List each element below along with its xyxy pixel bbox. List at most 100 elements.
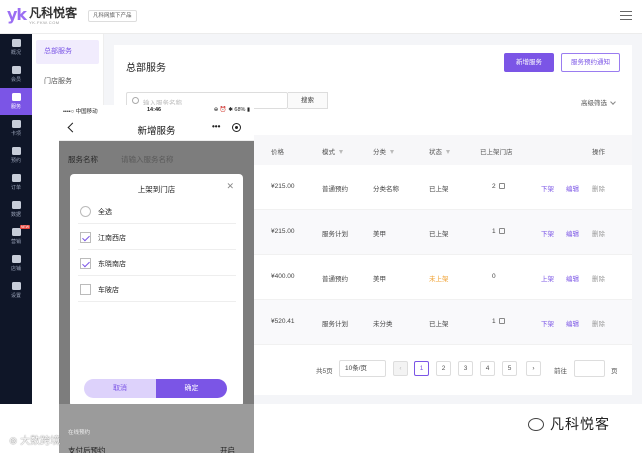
- radio-icon[interactable]: [80, 206, 91, 217]
- nav-item-label: 店铺: [10, 266, 21, 272]
- cell-status: 已上架: [429, 321, 449, 328]
- nav-icon: [11, 93, 21, 101]
- pager-total: 共5页: [316, 368, 333, 375]
- page-button-3[interactable]: 3: [458, 361, 473, 376]
- page-button-1[interactable]: 1: [414, 361, 429, 376]
- delete-link[interactable]: 删除: [592, 183, 605, 193]
- logo-text: 凡科悦客 YK.FKW.COM: [29, 7, 77, 26]
- nav-icon: [11, 120, 21, 128]
- nav-icon: [11, 282, 21, 290]
- nav-item-1[interactable]: 会员: [0, 61, 32, 88]
- nav-item-7[interactable]: 营销 NEW: [0, 223, 32, 250]
- add-service-button[interactable]: 新增服务: [504, 53, 554, 72]
- service-notify-button[interactable]: 服务预约通知: [561, 53, 620, 72]
- modal-title: 上架到门店: [137, 185, 176, 194]
- close-target-icon[interactable]: [232, 123, 241, 132]
- mini-program-capsule[interactable]: •••: [207, 121, 247, 135]
- delete-link[interactable]: 删除: [592, 318, 605, 328]
- edit-link[interactable]: 编辑: [566, 228, 579, 238]
- nav-item-label: 营销: [10, 239, 21, 245]
- watermark-left: ⊚ 大数跨境: [9, 436, 61, 447]
- store-list-icon[interactable]: [498, 318, 505, 325]
- search-button[interactable]: 搜索: [288, 92, 328, 109]
- th-status[interactable]: 状态: [429, 146, 450, 156]
- checkbox-icon[interactable]: [80, 232, 91, 243]
- store-option[interactable]: 车陂店: [78, 276, 236, 302]
- nav-icon: [11, 201, 21, 209]
- store-option[interactable]: 全选: [78, 198, 236, 224]
- cell-mode: 服务计划: [322, 231, 348, 238]
- subnav-item-0[interactable]: 总部服务: [36, 40, 99, 64]
- nav-item-9[interactable]: 设置: [0, 277, 32, 304]
- edit-link[interactable]: 编辑: [566, 183, 579, 193]
- close-icon[interactable]: ✕: [226, 181, 234, 192]
- modal-confirm-button[interactable]: 确定: [156, 379, 227, 398]
- nav-item-8[interactable]: 店铺: [0, 250, 32, 277]
- cell-mode: 普通预约: [322, 186, 348, 193]
- brand-sub: YK.FKW.COM: [29, 20, 60, 25]
- more-dots-icon[interactable]: •••: [212, 123, 220, 131]
- toggle-shelf-link[interactable]: 下架: [541, 318, 554, 328]
- pager-goto-unit: 页: [611, 368, 618, 375]
- th-mode[interactable]: 模式: [322, 146, 343, 156]
- nav-item-4[interactable]: 预约: [0, 142, 32, 169]
- store-list-icon[interactable]: [498, 183, 505, 190]
- pager-goto-label: 前往: [554, 368, 567, 375]
- toggle-shelf-link[interactable]: 下架: [541, 183, 554, 193]
- nav-icon: [11, 39, 21, 47]
- toggle-shelf-link[interactable]: 下架: [541, 228, 554, 238]
- checkbox-icon[interactable]: [80, 284, 91, 295]
- th-category[interactable]: 分类: [373, 146, 394, 156]
- cell-price: ¥520.41: [271, 318, 295, 325]
- nav-item-5[interactable]: 订单: [0, 169, 32, 196]
- th-actions: 操作: [592, 149, 605, 156]
- checkbox-icon[interactable]: [80, 258, 91, 269]
- cell-status: 已上架: [429, 231, 449, 238]
- next-page-button[interactable]: ›: [526, 361, 541, 376]
- delete-link[interactable]: 删除: [592, 228, 605, 238]
- nav-icon: [11, 147, 21, 155]
- nav-item-label: 概况: [10, 50, 21, 56]
- cell-price: ¥215.00: [271, 228, 295, 235]
- page-button-4[interactable]: 4: [480, 361, 495, 376]
- new-badge: NEW: [19, 225, 30, 229]
- hamburger-menu-icon[interactable]: [620, 11, 632, 21]
- nav-item-label: 数据: [10, 212, 21, 218]
- phone-field-input[interactable]: 请输入服务名称: [121, 154, 174, 165]
- toggle-shelf-link[interactable]: 上架: [541, 273, 554, 283]
- nav-item-3[interactable]: 卡项: [0, 115, 32, 142]
- edit-link[interactable]: 编辑: [566, 273, 579, 283]
- store-option-label: 车陂店: [98, 287, 119, 294]
- edit-link[interactable]: 编辑: [566, 318, 579, 328]
- nav-item-label: 预约: [10, 158, 21, 164]
- nav-item-0[interactable]: 概况: [0, 34, 32, 61]
- prev-page-button[interactable]: ‹: [393, 361, 408, 376]
- phone-time: 14:46: [147, 107, 162, 113]
- nav-item-6[interactable]: 数据: [0, 196, 32, 223]
- th-stores: 已上架门店: [480, 149, 513, 156]
- filter-icon: [390, 150, 394, 154]
- nav-item-label: 会员: [10, 77, 21, 83]
- brand-logo[interactable]: yk 凡科悦客 YK.FKW.COM: [7, 7, 77, 26]
- cell-category: 美甲: [373, 231, 386, 238]
- modal-cancel-button[interactable]: 取消: [84, 379, 156, 398]
- cell-category: 美甲: [373, 276, 386, 283]
- subnav-item-1[interactable]: 门店服务: [36, 70, 99, 94]
- store-option-label: 江南西店: [98, 235, 126, 242]
- page-size-value: 10条/页: [345, 365, 368, 372]
- store-option[interactable]: 东晓南店: [78, 250, 236, 276]
- store-option[interactable]: 江南西店: [78, 224, 236, 250]
- nav-icon: [11, 174, 21, 182]
- advanced-filter[interactable]: 高级筛选: [581, 97, 616, 107]
- phone-status-bar: ••••○ 中国移动 14:46 ⊕ ⏰ ✱ 68% ▮: [59, 105, 254, 116]
- search-icon: [132, 97, 139, 104]
- page-button-5[interactable]: 5: [502, 361, 517, 376]
- page-size-select[interactable]: 10条/页: [339, 360, 386, 377]
- cell-mode: 服务计划: [322, 321, 348, 328]
- nav-item-2[interactable]: 服务: [0, 88, 32, 115]
- th-category-label: 分类: [373, 149, 386, 156]
- pager-goto-input[interactable]: [574, 360, 605, 377]
- store-list-icon[interactable]: [498, 228, 505, 235]
- page-button-2[interactable]: 2: [436, 361, 451, 376]
- delete-link[interactable]: 删除: [592, 273, 605, 283]
